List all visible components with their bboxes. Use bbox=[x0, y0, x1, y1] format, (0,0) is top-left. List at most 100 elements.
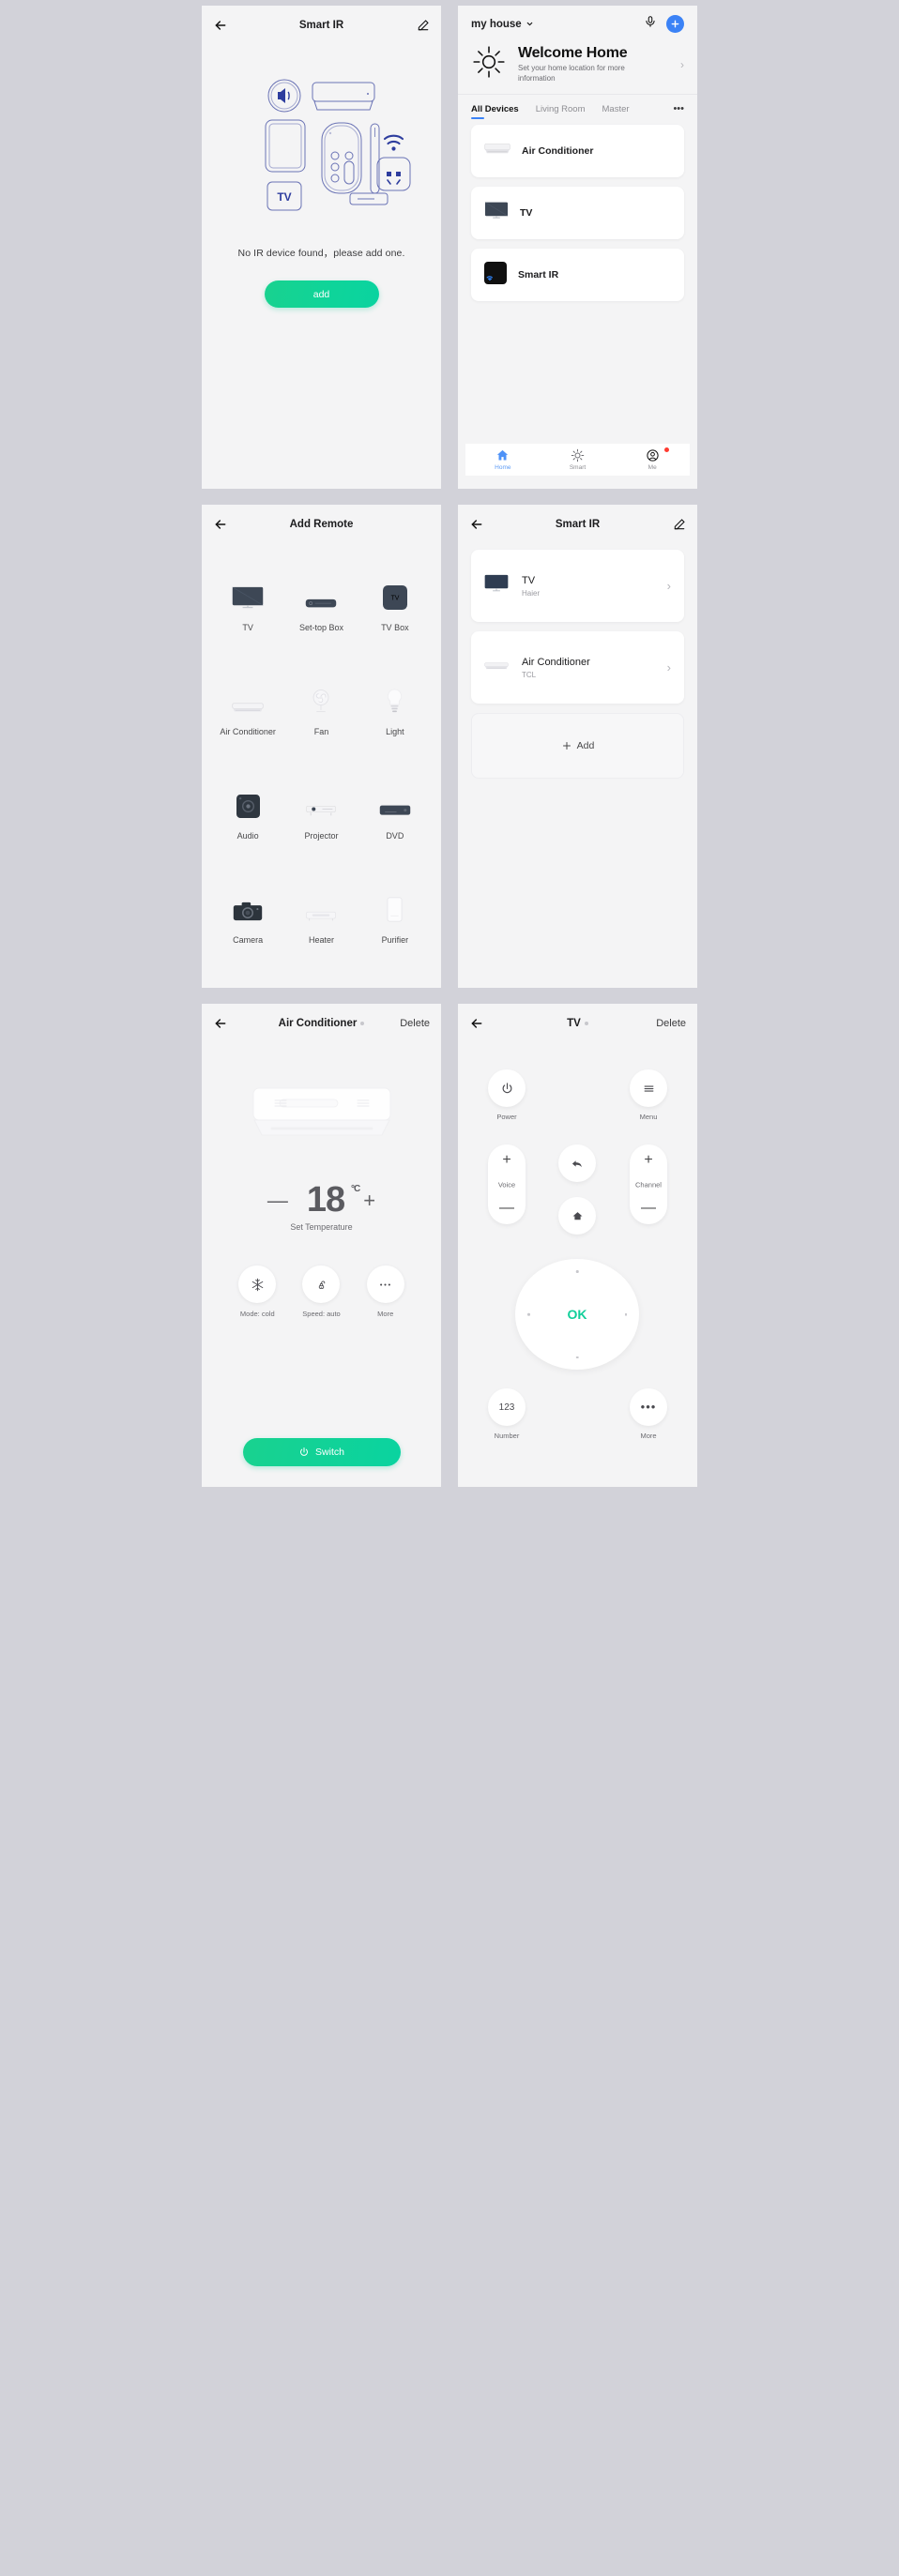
page-title: Air Conditioner bbox=[279, 1018, 365, 1029]
fan-speed-icon bbox=[302, 1265, 341, 1303]
tab-living-room[interactable]: Living Room bbox=[536, 104, 586, 119]
temperature-unit: °C bbox=[350, 1184, 360, 1194]
power-button[interactable] bbox=[488, 1069, 526, 1107]
projector-icon bbox=[305, 764, 337, 818]
page-title-text: Air Conditioner bbox=[278, 1018, 358, 1029]
channel-control[interactable]: + Channel — bbox=[630, 1144, 667, 1224]
plus-icon bbox=[671, 20, 679, 28]
temperature-decrease-button[interactable]: — bbox=[267, 1190, 288, 1211]
remote-type-tv[interactable]: TV bbox=[211, 555, 284, 659]
remote-type-purifier[interactable]: Purifier bbox=[358, 868, 432, 972]
nav-item-home[interactable]: Home bbox=[465, 448, 541, 471]
device-list: Air Conditioner TV Smart IR bbox=[458, 119, 697, 301]
more-button[interactable]: More bbox=[366, 1265, 404, 1318]
fan-icon bbox=[310, 659, 332, 714]
nav-item-me[interactable]: Me bbox=[615, 447, 690, 471]
voice-decrease-button[interactable]: — bbox=[499, 1201, 514, 1216]
remote-type-label: Projector bbox=[304, 831, 339, 841]
home-button[interactable] bbox=[558, 1197, 596, 1235]
number-button[interactable]: 123 bbox=[488, 1388, 526, 1426]
voice-label: Voice bbox=[497, 1180, 516, 1189]
delete-button[interactable]: Delete bbox=[400, 1018, 430, 1029]
remote-item-tv[interactable]: TV Haier › bbox=[471, 550, 684, 622]
remote-type-projector[interactable]: Projector bbox=[284, 764, 358, 868]
room-tabs: All Devices Living Room Master ••• bbox=[458, 94, 697, 119]
remote-type-audio[interactable]: Audio bbox=[211, 764, 284, 868]
ok-button[interactable]: OK bbox=[568, 1307, 587, 1322]
back-arrow-icon[interactable] bbox=[469, 1016, 484, 1031]
remote-type-dvd[interactable]: DVD bbox=[358, 764, 432, 868]
back-arrow-icon[interactable] bbox=[469, 517, 484, 532]
remote-type-light[interactable]: Light bbox=[358, 659, 432, 764]
speed-label: Speed: auto bbox=[302, 1310, 341, 1318]
add-remote-button[interactable]: Add bbox=[471, 713, 684, 779]
remote-type-camera[interactable]: Camera bbox=[211, 868, 284, 972]
remote-type-label: Audio bbox=[236, 831, 259, 841]
channel-decrease-button[interactable]: — bbox=[641, 1201, 656, 1216]
add-device-button[interactable] bbox=[666, 15, 684, 33]
remote-type-label: Air Conditioner bbox=[220, 727, 276, 736]
panel-add-remote: Add Remote TV Set-top Box TV TV Box Air … bbox=[202, 505, 441, 988]
dpad-up[interactable] bbox=[575, 1270, 579, 1273]
notification-badge bbox=[664, 447, 670, 452]
tab-master[interactable]: Master bbox=[602, 104, 630, 119]
heater-icon bbox=[305, 868, 337, 922]
back-arrow-icon[interactable] bbox=[213, 1016, 228, 1031]
more-dots-icon bbox=[366, 1265, 404, 1303]
tab-all-devices[interactable]: All Devices bbox=[471, 104, 519, 119]
dvd-icon bbox=[379, 764, 411, 818]
temperature-increase-button[interactable]: + bbox=[363, 1190, 375, 1211]
pencil-edit-icon[interactable] bbox=[673, 518, 686, 531]
device-card-air-conditioner[interactable]: Air Conditioner bbox=[471, 125, 684, 177]
chevron-right-icon[interactable]: › bbox=[667, 579, 671, 593]
welcome-title: Welcome Home bbox=[518, 44, 628, 61]
menu-button[interactable] bbox=[630, 1069, 667, 1107]
chevron-right-icon[interactable]: › bbox=[667, 660, 671, 674]
temperature-label: Set Temperature bbox=[290, 1222, 353, 1232]
bottom-navigation: Home Smart Me bbox=[465, 444, 690, 476]
house-selector[interactable]: my house bbox=[471, 19, 534, 30]
remote-type-set-top-box[interactable]: Set-top Box bbox=[284, 555, 358, 659]
back-button[interactable] bbox=[558, 1144, 596, 1182]
page-title: Smart IR bbox=[298, 20, 344, 31]
voice-control[interactable]: + Voice — bbox=[488, 1144, 526, 1224]
nav-item-smart[interactable]: Smart bbox=[541, 448, 616, 471]
person-icon bbox=[647, 449, 659, 462]
dpad-left[interactable] bbox=[527, 1312, 530, 1316]
speed-button[interactable]: Speed: auto bbox=[302, 1265, 341, 1318]
channel-increase-button[interactable]: + bbox=[644, 1153, 652, 1168]
voice-increase-button[interactable]: + bbox=[502, 1153, 510, 1168]
mode-button[interactable]: Mode: cold bbox=[238, 1265, 277, 1318]
dpad-right[interactable] bbox=[624, 1312, 627, 1316]
tabs-more-button[interactable]: ••• bbox=[673, 103, 684, 119]
device-card-smart-ir[interactable]: Smart IR bbox=[471, 249, 684, 301]
more-button[interactable]: ••• bbox=[630, 1388, 667, 1426]
sun-icon bbox=[571, 448, 585, 462]
dpad-control[interactable]: OK bbox=[515, 1259, 639, 1370]
pencil-edit-icon[interactable] bbox=[417, 19, 430, 32]
remote-type-heater[interactable]: Heater bbox=[284, 868, 358, 972]
number-button-wrap: 123 Number bbox=[488, 1388, 526, 1440]
remote-type-fan[interactable]: Fan bbox=[284, 659, 358, 764]
dpad-down[interactable] bbox=[575, 1356, 579, 1358]
menu-button-wrap: Menu bbox=[630, 1069, 667, 1121]
remote-type-air-conditioner[interactable]: Air Conditioner bbox=[211, 659, 284, 764]
microphone-icon[interactable] bbox=[644, 15, 657, 33]
power-label: Power bbox=[496, 1113, 517, 1121]
switch-button[interactable]: Switch bbox=[242, 1438, 401, 1466]
smart-ir-icon bbox=[484, 261, 507, 289]
back-arrow-icon[interactable] bbox=[213, 517, 228, 532]
remote-type-tv-box[interactable]: TV TV Box bbox=[358, 555, 432, 659]
remote-type-label: Camera bbox=[233, 935, 264, 945]
tv-icon bbox=[484, 202, 509, 224]
add-button[interactable]: add bbox=[264, 280, 379, 308]
camera-icon bbox=[233, 868, 263, 922]
device-card-tv[interactable]: TV bbox=[471, 187, 684, 239]
chevron-right-icon[interactable]: › bbox=[680, 58, 684, 71]
power-icon bbox=[502, 1082, 511, 1093]
remote-item-air-conditioner[interactable]: Air Conditioner TCL › bbox=[471, 631, 684, 704]
mode-label: Mode: cold bbox=[239, 1310, 275, 1318]
back-arrow-icon[interactable] bbox=[213, 18, 228, 33]
welcome-banner[interactable]: Welcome Home Set your home location for … bbox=[458, 33, 697, 94]
delete-button[interactable]: Delete bbox=[656, 1018, 686, 1029]
